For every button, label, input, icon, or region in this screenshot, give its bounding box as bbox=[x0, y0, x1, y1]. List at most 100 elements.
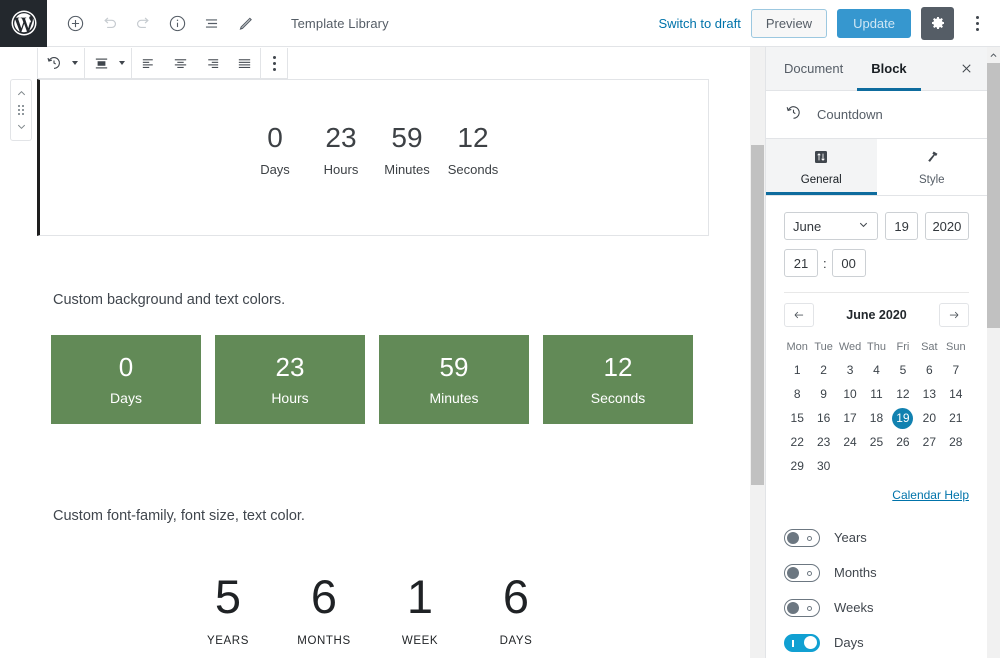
toggle-switch-weeks[interactable] bbox=[784, 599, 820, 617]
calendar-day[interactable]: 12 bbox=[890, 382, 916, 406]
calendar-day[interactable]: 17 bbox=[837, 406, 863, 430]
hour-input[interactable]: 21 bbox=[784, 249, 818, 277]
calendar-day[interactable]: 11 bbox=[863, 382, 889, 406]
calendar-help-link[interactable]: Calendar Help bbox=[892, 488, 969, 502]
toggle-switch-months[interactable] bbox=[784, 564, 820, 582]
wordpress-logo-icon[interactable] bbox=[0, 0, 47, 47]
chevron-down-icon[interactable] bbox=[70, 49, 84, 78]
toggle-switch-years[interactable] bbox=[784, 529, 820, 547]
toggle-row: Weeks bbox=[784, 590, 969, 625]
calendar-day[interactable]: 8 bbox=[784, 382, 810, 406]
add-block-button[interactable] bbox=[59, 7, 91, 39]
block-toolbar bbox=[37, 48, 288, 79]
toggle-label: Years bbox=[834, 530, 867, 545]
document-title: Template Library bbox=[291, 16, 389, 31]
countdown-value: 6 bbox=[276, 572, 372, 621]
caption-paragraph[interactable]: Custom font-family, font size, text colo… bbox=[53, 508, 305, 524]
countdown-inline: 0 Days 23 Hours 59 Minutes 12 Seconds bbox=[40, 80, 708, 177]
calendar-day[interactable]: 19 bbox=[890, 406, 916, 430]
calendar-day[interactable]: 4 bbox=[863, 358, 889, 382]
tab-document[interactable]: Document bbox=[770, 47, 857, 91]
sidebar-subtabs: General Style bbox=[766, 139, 987, 196]
countdown-value: 0 bbox=[242, 120, 308, 155]
hammer-icon bbox=[924, 149, 940, 168]
kebab-menu-icon[interactable] bbox=[261, 47, 287, 80]
calendar-day[interactable]: 20 bbox=[916, 406, 942, 430]
next-month-button[interactable] bbox=[939, 303, 969, 327]
calendar-day[interactable]: 6 bbox=[916, 358, 942, 382]
calendar-day[interactable]: 21 bbox=[943, 406, 969, 430]
countdown-label: Hours bbox=[308, 162, 374, 177]
text-align-group bbox=[132, 48, 261, 78]
chevron-up-icon[interactable] bbox=[11, 85, 31, 102]
calendar-day[interactable]: 23 bbox=[810, 430, 836, 454]
calendar-day[interactable]: 30 bbox=[810, 454, 836, 478]
block-navigation-button[interactable] bbox=[195, 7, 227, 39]
edit-mode-button[interactable] bbox=[229, 7, 261, 39]
align-right-icon[interactable] bbox=[196, 49, 228, 78]
tab-block[interactable]: Block bbox=[857, 47, 920, 91]
calendar-day[interactable]: 15 bbox=[784, 406, 810, 430]
countdown-value: 59 bbox=[374, 120, 440, 155]
calendar-day[interactable]: 16 bbox=[810, 406, 836, 430]
calendar-day[interactable]: 7 bbox=[943, 358, 969, 382]
countdown-unit: 0 Days bbox=[51, 335, 201, 424]
calendar-day[interactable]: 5 bbox=[890, 358, 916, 382]
calendar-day[interactable]: 26 bbox=[890, 430, 916, 454]
day-input[interactable]: 19 bbox=[885, 212, 917, 240]
month-select[interactable]: June bbox=[784, 212, 878, 240]
calendar-day[interactable]: 3 bbox=[837, 358, 863, 382]
countdown-icon[interactable] bbox=[38, 49, 70, 78]
align-center-icon[interactable] bbox=[164, 49, 196, 78]
update-button[interactable]: Update bbox=[837, 9, 911, 38]
subtab-general[interactable]: General bbox=[766, 139, 877, 195]
calendar-day[interactable]: 27 bbox=[916, 430, 942, 454]
close-icon[interactable] bbox=[949, 50, 983, 88]
calendar-day[interactable]: 25 bbox=[863, 430, 889, 454]
toggle-label: Weeks bbox=[834, 600, 874, 615]
chevron-down-icon[interactable] bbox=[117, 49, 131, 78]
block-more-group bbox=[261, 48, 287, 78]
countdown-block-colored[interactable]: 0 Days 23 Hours 59 Minutes 12 Seconds bbox=[51, 335, 693, 424]
calendar-day[interactable]: 24 bbox=[837, 430, 863, 454]
drag-handle-icon[interactable] bbox=[18, 105, 24, 115]
kebab-menu-icon[interactable] bbox=[964, 7, 990, 40]
toggle-row: Days bbox=[784, 625, 969, 658]
sidebar-scrollbar-thumb[interactable] bbox=[987, 63, 1000, 328]
calendar-day[interactable]: 10 bbox=[837, 382, 863, 406]
toggle-switch-days[interactable] bbox=[784, 634, 820, 652]
toggle-row: Months bbox=[784, 555, 969, 590]
gear-icon[interactable] bbox=[921, 7, 954, 40]
calendar-day[interactable]: 18 bbox=[863, 406, 889, 430]
change-alignment-icon[interactable] bbox=[85, 49, 117, 78]
undo-button[interactable] bbox=[93, 7, 125, 39]
calendar-day[interactable]: 29 bbox=[784, 454, 810, 478]
calendar-day[interactable]: 1 bbox=[784, 358, 810, 382]
calendar-day[interactable]: 9 bbox=[810, 382, 836, 406]
calendar-day[interactable]: 14 bbox=[943, 382, 969, 406]
content-info-button[interactable] bbox=[161, 7, 193, 39]
subtab-style[interactable]: Style bbox=[877, 139, 988, 195]
year-input[interactable]: 2020 bbox=[925, 212, 969, 240]
align-left-icon[interactable] bbox=[132, 49, 164, 78]
settings-sidebar: Document Block Countdown bbox=[765, 47, 987, 658]
calendar-weekday: Mon bbox=[784, 335, 810, 358]
countdown-block-selected[interactable]: 0 Days 23 Hours 59 Minutes 12 Seconds bbox=[37, 79, 709, 236]
align-justify-icon[interactable] bbox=[228, 49, 260, 78]
preview-button[interactable]: Preview bbox=[751, 9, 827, 38]
canvas-scrollbar-thumb[interactable] bbox=[751, 145, 764, 485]
switch-to-draft-button[interactable]: Switch to draft bbox=[658, 16, 740, 31]
chevron-down-icon[interactable] bbox=[11, 118, 31, 135]
calendar-day[interactable]: 2 bbox=[810, 358, 836, 382]
calendar-day[interactable]: 28 bbox=[943, 430, 969, 454]
block-type-group bbox=[38, 48, 85, 78]
prev-month-button[interactable] bbox=[784, 303, 814, 327]
calendar-day[interactable]: 22 bbox=[784, 430, 810, 454]
countdown-block-large[interactable]: 5 YEARS 6 MONTHS 1 WEEK 6 DAYS bbox=[180, 572, 564, 647]
countdown-unit: 12 Seconds bbox=[543, 335, 693, 424]
redo-button[interactable] bbox=[127, 7, 159, 39]
sidebar-scroll-up-arrow[interactable] bbox=[987, 47, 1000, 63]
caption-paragraph[interactable]: Custom background and text colors. bbox=[53, 292, 285, 308]
calendar-day[interactable]: 13 bbox=[916, 382, 942, 406]
minute-input[interactable]: 00 bbox=[832, 249, 866, 277]
